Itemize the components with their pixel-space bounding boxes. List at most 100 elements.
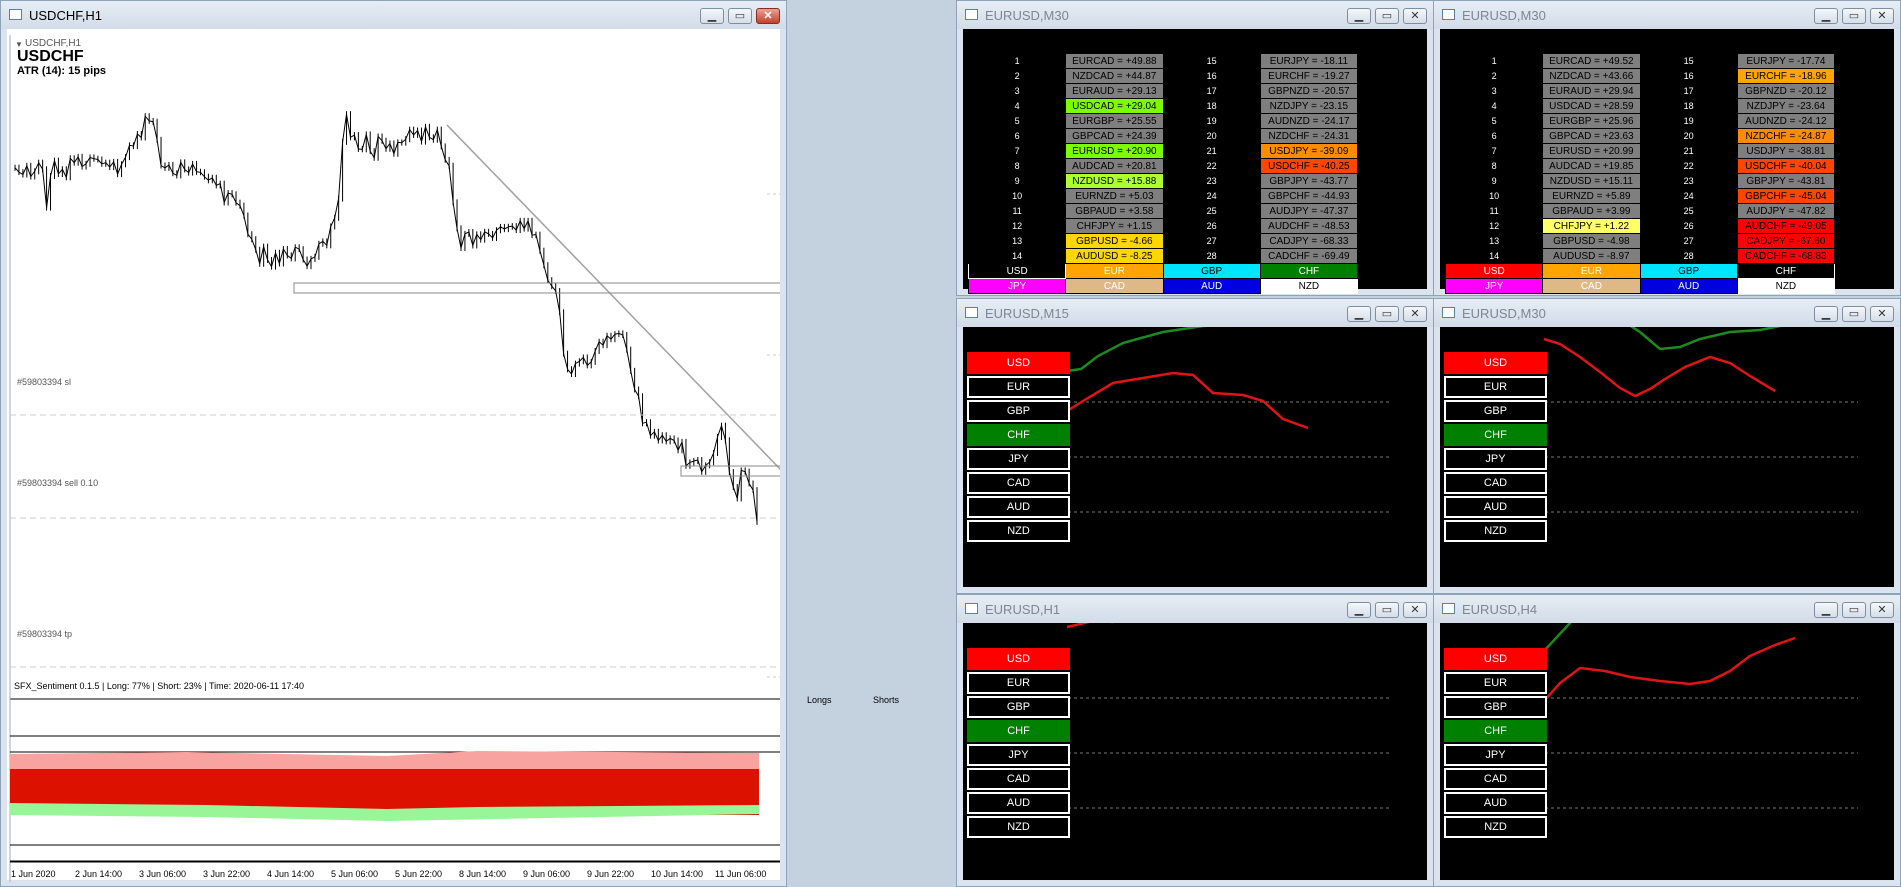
minimize-button[interactable]: ▁: [1814, 602, 1838, 618]
pair-value-cell: EURGBP = +25.96: [1542, 113, 1641, 129]
rank-cell: 5: [1444, 113, 1544, 129]
currency-strength-box: CAD: [1444, 768, 1547, 790]
maximize-button[interactable]: ▭: [1375, 306, 1399, 322]
minimize-button[interactable]: ▁: [700, 8, 724, 24]
title-bar[interactable]: EURUSD,M30 ▁ ▭ ✕: [1434, 299, 1900, 327]
pair-value-cell: EURGBP = +25.55: [1065, 113, 1164, 129]
chart-area[interactable]: 1 EURCAD = +49.52 15 EURJPY = -17.74 2 NZDCAD…: [1440, 29, 1894, 294]
maximize-button[interactable]: ▭: [1842, 602, 1866, 618]
chart-area[interactable]: USD EUR GBP CHF JPY CAD AUD NZD: [963, 623, 1427, 880]
window-title: EURUSD,M30: [985, 8, 1069, 23]
maximize-icon: ▭: [1381, 307, 1393, 320]
minimize-button[interactable]: ▁: [1814, 306, 1838, 322]
close-button[interactable]: ✕: [1403, 8, 1427, 24]
chart-area[interactable]: 1 EURCAD = +49.88 15 EURJPY = -18.11 2 NZDCAD…: [963, 29, 1427, 294]
pair-value-cell: CADJPY = -67.60: [1736, 233, 1836, 249]
currency-color-cell: CHF: [1259, 263, 1359, 279]
title-bar[interactable]: USDCHF,H1 ▁ ▭ ✕: [1, 1, 786, 29]
currency-color-cell: EUR: [1542, 263, 1641, 279]
usdchf-chart-window[interactable]: USDCHF,H1 ▁ ▭ ✕ 0.967530.965480.963430.9…: [0, 0, 899, 887]
maximize-button[interactable]: ▭: [1375, 8, 1399, 24]
close-button[interactable]: ✕: [1870, 602, 1894, 618]
close-icon: ✕: [1410, 603, 1420, 616]
rank-cell: 6: [1444, 128, 1544, 144]
maximize-icon: ▭: [734, 9, 746, 22]
order-sl-label: #59803394 sl: [17, 377, 72, 387]
minimize-button[interactable]: ▁: [1347, 8, 1371, 24]
pair-value-cell: AUDNZD = -24.17: [1259, 113, 1359, 129]
title-bar[interactable]: EURUSD,M30 ▁ ▭ ✕: [1434, 1, 1900, 29]
time-axis-label: 5 Jun 22:00: [395, 869, 442, 879]
chart-area[interactable]: USD EUR GBP CHF JPY CAD AUD NZD: [963, 327, 1427, 587]
pair-value-cell: EURAUD = +29.94: [1542, 83, 1641, 99]
close-button[interactable]: ✕: [756, 8, 780, 24]
currency-strength-window[interactable]: EURUSD,H1 ▁ ▭ ✕ USD EUR GBP CHF JPY CAD AUD NZD: [956, 594, 1434, 887]
table-row: 11 GBPAUD = +3.58 25 AUDJPY = -47.37: [967, 203, 1359, 219]
minimize-button[interactable]: ▁: [1347, 602, 1371, 618]
title-bar[interactable]: EURUSD,H4 ▁ ▭ ✕: [1434, 595, 1900, 623]
currency-color-row: JPY CAD AUD NZD: [1444, 278, 1836, 294]
currency-strength-box: CHF: [1444, 720, 1547, 742]
currency-strength-window[interactable]: EURUSD,H4 ▁ ▭ ✕ USD EUR GBP CHF JPY CAD AUD NZD: [1433, 594, 1901, 887]
close-button[interactable]: ✕: [1870, 306, 1894, 322]
table-row: 14 AUDUSD = -8.25 28 CADCHF = -69.49: [967, 248, 1359, 264]
currency-strength-panel: USD EUR GBP CHF JPY CAD AUD NZD: [1444, 648, 1547, 840]
atr-label: ATR (14): 15 pips: [17, 65, 107, 77]
pair-strength-window[interactable]: EURUSD,M30 ▁ ▭ ✕ 1 EURCAD = +49.88 15 EURJP…: [956, 0, 1434, 296]
rank-cell: 16: [1639, 68, 1738, 84]
currency-strength-window[interactable]: EURUSD,M15 ▁ ▭ ✕ USD EUR GBP CHF JPY CAD AUD NZ…: [956, 298, 1434, 594]
maximize-icon: ▭: [1381, 9, 1393, 22]
pair-value-cell: EURNZD = +5.89: [1542, 188, 1641, 204]
pair-strength-table: 1 EURCAD = +49.88 15 EURJPY = -18.11 2 NZDCAD…: [967, 53, 1359, 294]
chart-area[interactable]: USD EUR GBP CHF JPY CAD AUD NZD: [1440, 623, 1894, 880]
currency-color-cell: EUR: [1065, 263, 1164, 279]
rank-cell: 26: [1639, 218, 1738, 234]
pair-strength-window[interactable]: EURUSD,M30 ▁ ▭ ✕ 1 EURCAD = +49.52 15 EURJP…: [1433, 0, 1901, 296]
window-title: EURUSD,M15: [985, 306, 1069, 321]
pair-value-cell: CHFJPY = +1.22: [1542, 218, 1641, 234]
close-button[interactable]: ✕: [1403, 602, 1427, 618]
title-bar[interactable]: EURUSD,H1 ▁ ▭ ✕: [957, 595, 1433, 623]
rank-cell: 9: [967, 173, 1067, 189]
pair-value-cell: AUDCAD = +20.81: [1065, 158, 1164, 174]
rank-cell: 25: [1639, 203, 1738, 219]
currency-strength-window[interactable]: EURUSD,M30 ▁ ▭ ✕ USD EUR GBP CHF JPY CAD AUD NZ…: [1433, 298, 1901, 594]
title-bar[interactable]: EURUSD,M15 ▁ ▭ ✕: [957, 299, 1433, 327]
minimize-icon: ▁: [1354, 307, 1364, 320]
pair-value-cell: EURNZD = +5.03: [1065, 188, 1164, 204]
minimize-button[interactable]: ▁: [1814, 8, 1838, 24]
support-zone-rect: [293, 282, 780, 294]
price-chart-svg[interactable]: 0.967530.965480.963430.961380.959280.957…: [7, 29, 780, 882]
pair-value-cell: CHFJPY = +1.15: [1065, 218, 1164, 234]
close-button[interactable]: ✕: [1870, 8, 1894, 24]
pair-value-cell: EURJPY = -17.74: [1736, 53, 1836, 69]
window-title: EURUSD,H4: [1462, 602, 1538, 617]
chart-window-icon: [1442, 307, 1455, 318]
time-axis-label: 4 Jun 14:00: [267, 869, 314, 879]
maximize-button[interactable]: ▭: [1375, 602, 1399, 618]
rank-cell: 19: [1162, 113, 1261, 129]
window-title: USDCHF,H1: [29, 8, 102, 23]
maximize-button[interactable]: ▭: [1842, 306, 1866, 322]
currency-strength-box: CHF: [1444, 424, 1547, 446]
longs-light-band: [10, 751, 759, 769]
chart-area[interactable]: USD EUR GBP CHF JPY CAD AUD NZD: [1440, 327, 1894, 587]
minimize-button[interactable]: ▁: [1347, 306, 1371, 322]
currency-color-row: USD EUR GBP CHF: [1444, 263, 1836, 279]
title-bar[interactable]: EURUSD,M30 ▁ ▭ ✕: [957, 1, 1433, 29]
rank-cell: 5: [967, 113, 1067, 129]
chart-window-icon: [1442, 603, 1455, 614]
currency-strength-box: AUD: [967, 792, 1070, 814]
close-button[interactable]: ✕: [1403, 306, 1427, 322]
chart-area[interactable]: 0.967530.965480.963430.961380.959280.957…: [7, 29, 899, 882]
maximize-button[interactable]: ▭: [1842, 8, 1866, 24]
currency-strength-panel: USD EUR GBP CHF JPY CAD AUD NZD: [967, 352, 1070, 544]
table-row: 2 NZDCAD = +44.87 16 EURCHF = -19.27: [967, 68, 1359, 84]
maximize-button[interactable]: ▭: [728, 8, 752, 24]
minimize-icon: ▁: [707, 9, 717, 22]
strength-line-weak: [1543, 636, 1796, 702]
currency-color-cell: CAD: [1542, 278, 1641, 294]
time-axis-label: 8 Jun 14:00: [459, 869, 506, 879]
rank-cell: 28: [1639, 248, 1738, 264]
legend-longs-label: Longs: [807, 695, 832, 705]
